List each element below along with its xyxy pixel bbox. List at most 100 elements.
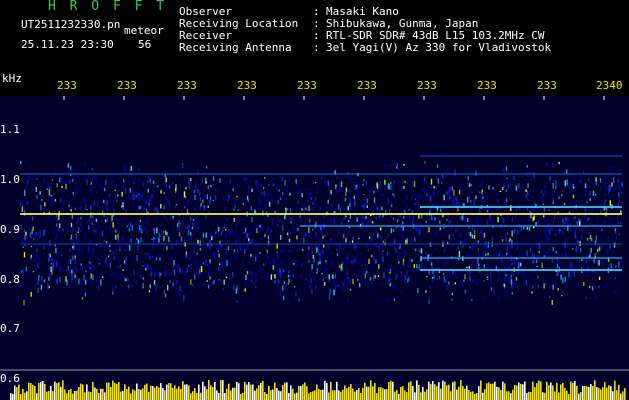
noise-speck [280,235,282,240]
noise-speck [35,267,38,269]
noise-speck [425,181,427,186]
amplitude-bar [408,382,410,400]
noise-speck [435,230,437,237]
amplitude-bar [530,392,532,400]
noise-speck [453,189,455,196]
noise-speck [179,230,181,232]
noise-speck [247,187,250,194]
noise-speck [69,259,72,265]
noise-speck [572,194,575,199]
amplitude-bar [444,381,446,400]
noise-speck [270,274,273,280]
noise-speck [93,229,95,231]
noise-speck [184,206,186,209]
noise-speck [488,185,490,190]
noise-speck [21,249,23,252]
noise-speck [502,186,504,190]
noise-speck [187,182,190,186]
noise-speck [619,187,622,189]
noise-speck [218,223,220,228]
x-tick-label: 233 [477,79,497,92]
noise-speck [311,264,313,270]
noise-speck [346,221,348,224]
noise-speck [323,277,326,279]
noise-speck [517,266,520,269]
noise-speck [546,251,548,255]
amplitude-bar [310,392,312,400]
amplitude-bar [314,390,316,400]
noise-speck [194,251,196,256]
noise-speck [513,176,515,181]
noise-speck [551,300,553,305]
noise-speck [129,222,132,227]
noise-speck [603,202,606,206]
filename-label: UT2511232330.pn [21,18,121,31]
noise-speck [611,194,613,196]
noise-speck [197,250,199,252]
noise-speck [290,221,292,224]
noise-speck [195,208,197,213]
noise-speck [595,282,598,284]
noise-speck [127,237,130,240]
noise-speck [118,259,120,266]
noise-speck [466,197,469,203]
noise-speck [37,257,40,260]
noise-speck [517,285,519,289]
amplitude-bar [390,380,392,400]
noise-speck [458,251,461,257]
amplitude-bar [226,388,228,400]
noise-speck [360,205,362,208]
amplitude-bar [176,388,178,400]
noise-speck [73,257,76,263]
noise-speck [279,268,281,273]
noise-speck [117,266,119,268]
noise-speck [228,194,230,199]
noise-speck [408,258,411,264]
noise-speck [233,285,235,290]
noise-speck [375,260,377,264]
noise-speck [209,200,211,205]
noise-speck [207,264,210,270]
noise-speck [260,223,263,229]
noise-speck [443,248,446,253]
noise-speck [467,176,469,181]
noise-speck [393,284,395,291]
y-tick-label: 0.6 [0,372,20,385]
noise-speck [150,195,152,199]
noise-speck [198,192,201,197]
noise-speck [59,223,61,229]
noise-speck [268,253,270,256]
noise-speck [300,274,302,279]
noise-speck [175,264,177,267]
noise-speck [69,274,71,278]
amplitude-bar [172,387,174,400]
noise-speck [166,234,169,237]
amplitude-bar [184,384,186,400]
noise-speck [238,238,240,243]
noise-speck [551,227,553,231]
noise-speck [250,271,252,275]
noise-speck [287,300,289,306]
noise-speck [310,193,312,196]
noise-speck [575,200,577,204]
noise-speck [287,274,290,278]
noise-speck [535,222,537,226]
noise-speck [260,184,262,186]
amplitude-bar [282,384,284,400]
noise-speck [369,236,371,240]
noise-speck [469,246,472,249]
noise-speck [496,192,498,197]
noise-speck [266,270,269,275]
noise-speck [91,267,93,272]
noise-speck [235,255,238,260]
noise-speck [328,294,331,300]
noise-speck [611,182,613,187]
amplitude-bar [548,385,550,400]
noise-speck [32,256,34,258]
noise-speck [446,191,448,195]
amplitude-bar [410,381,412,400]
noise-speck [71,226,74,232]
noise-speck [369,276,372,281]
noise-speck [349,279,351,284]
noise-speck [94,229,96,234]
